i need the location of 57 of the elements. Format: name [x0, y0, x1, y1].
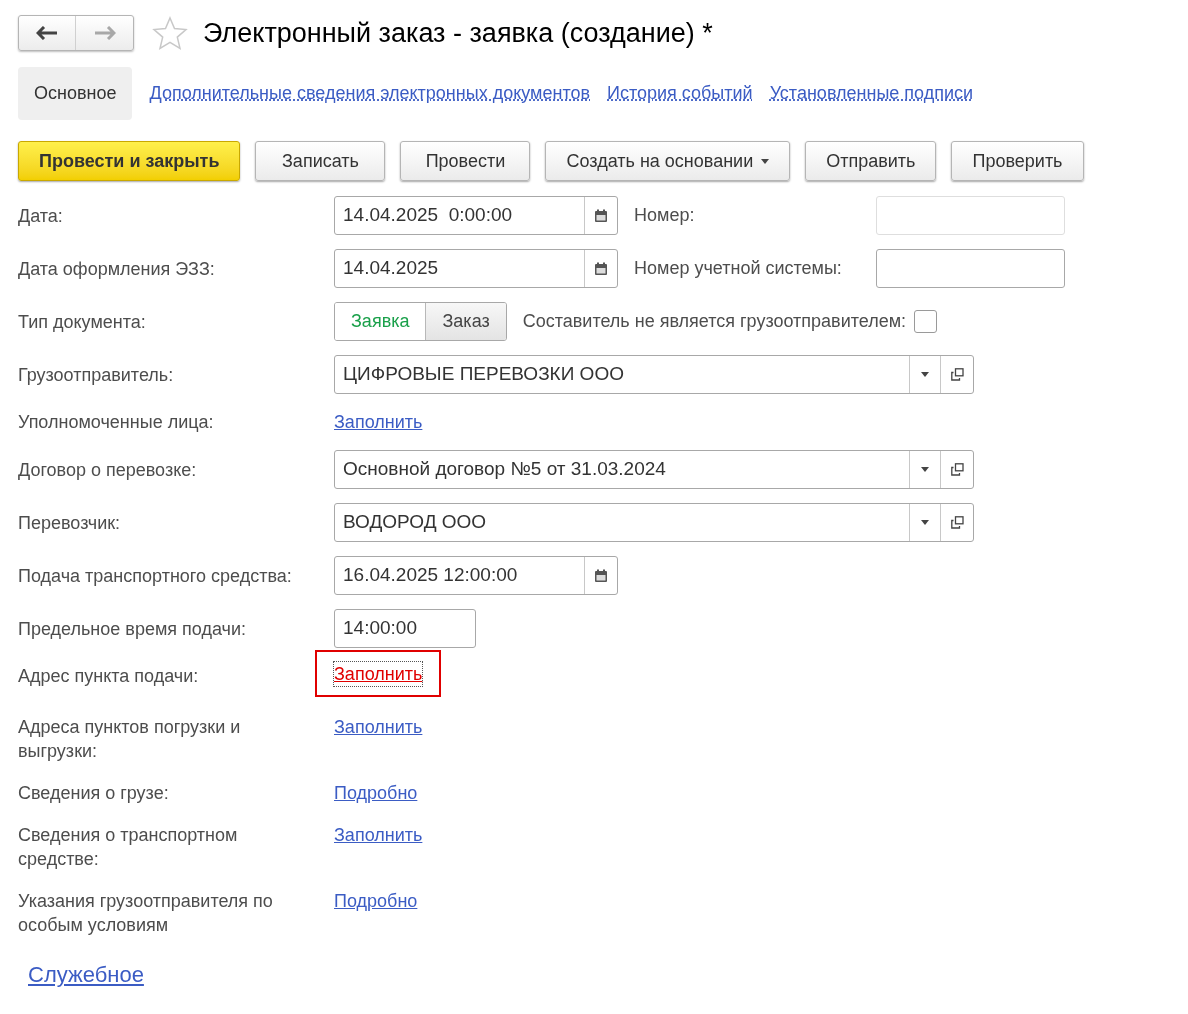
field-label: Подача транспортного средства:: [18, 564, 293, 588]
open-window-icon: [950, 368, 964, 381]
field-label: Дата оформления ЭЗЗ:: [18, 257, 216, 281]
field-label: Адрес пункта подачи:: [18, 665, 200, 688]
form-tab[interactable]: История событий: [607, 67, 753, 120]
fill-link[interactable]: Подробно: [334, 781, 418, 805]
open-window-icon: [950, 516, 964, 529]
caret-icon: [761, 158, 770, 164]
date-field[interactable]: 14.04.2025: [334, 249, 618, 288]
arrow-left-icon: [36, 26, 58, 40]
fill-link[interactable]: Заполнить: [334, 715, 423, 739]
toolbar-button[interactable]: Создать на основании: [545, 141, 791, 181]
fill-link[interactable]: Подробно: [334, 889, 418, 913]
field-label: Номер:: [634, 204, 696, 227]
caret-icon: [921, 467, 929, 472]
caret-icon: [921, 520, 929, 525]
calendar-icon: [594, 208, 608, 223]
select-field[interactable]: ВОДОРОД ООО: [334, 503, 974, 542]
open-window-icon: [950, 463, 964, 476]
field-label: Дата:: [18, 204, 64, 228]
toolbar-button[interactable]: Проверить: [951, 141, 1084, 181]
field-label: Грузоотправитель:: [18, 363, 175, 387]
date-field[interactable]: 14.04.2025 0:00:00: [334, 196, 618, 235]
select-field[interactable]: ЦИФРОВЫЕ ПЕРЕВОЗКИ ООО: [334, 355, 974, 394]
calendar-icon: [594, 568, 608, 583]
text-field[interactable]: [876, 249, 1065, 288]
toolbar-button[interactable]: Отправить: [805, 141, 937, 181]
fill-link[interactable]: Заполнить: [334, 823, 423, 847]
fill-link[interactable]: Заполнить: [334, 410, 423, 434]
toolbar-button[interactable]: Провести и закрыть: [18, 141, 241, 181]
segment-tab[interactable]: Заказ: [425, 303, 506, 340]
field-label: Уполномоченные лица:: [18, 411, 215, 434]
checkbox[interactable]: [914, 310, 938, 333]
field-label: Сведения о грузе:: [18, 782, 170, 805]
toolbar-button[interactable]: Провести: [400, 141, 531, 181]
star-icon[interactable]: [152, 16, 188, 50]
form-tab[interactable]: Установленные подписи: [769, 67, 974, 120]
field-label: Указания грузоотправителя по особым условиям: [18, 890, 274, 937]
service-link[interactable]: Служебное: [28, 958, 144, 991]
arrow-right-icon: [93, 26, 116, 40]
toolbar-button[interactable]: Записать: [255, 141, 386, 181]
field-label: Договор о перевозке:: [18, 458, 198, 482]
field-label: Тип документа:: [18, 310, 147, 334]
select-field[interactable]: Основной договор №5 от 31.03.2024: [334, 450, 974, 489]
date-field[interactable]: 16.04.2025 12:00:00: [334, 556, 618, 595]
field-label: Перевозчик:: [18, 511, 122, 535]
field-label: Предельное время подачи:: [18, 617, 247, 641]
checkbox-label: Составитель не является грузоотправителем:: [522, 310, 907, 333]
field-label: Номер учетной системы:: [634, 257, 843, 280]
window-title: Электронный заказ - заявка (создание) *: [203, 16, 713, 50]
form-tab[interactable]: Основное: [18, 67, 133, 120]
form-tab[interactable]: Дополнительные сведения электронных документов: [149, 67, 590, 120]
field-label: Адреса пунктов погрузки и выгрузки:: [18, 716, 242, 763]
calendar-icon: [594, 261, 608, 276]
field-label: Сведения о транспортном средстве:: [18, 824, 239, 871]
time-field[interactable]: 14:00:00: [334, 609, 476, 648]
caret-icon: [921, 372, 929, 377]
